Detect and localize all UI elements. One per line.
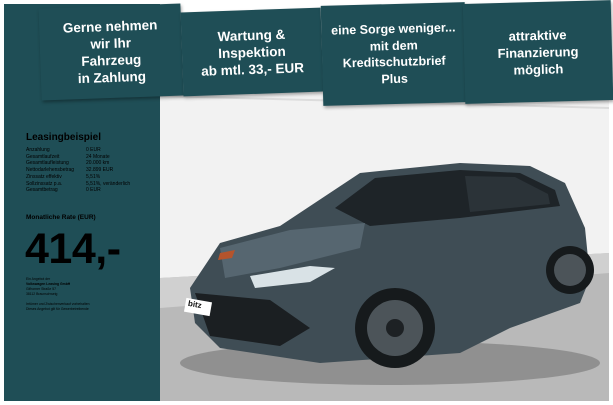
spec-value: 20.000 km: [86, 160, 110, 167]
banner-line: Finanzierung: [497, 43, 579, 61]
fine-print: Ein Angebot der Volkswagen Leasing GmbH …: [26, 277, 156, 312]
spec-value: 5,51%, veränderlich: [86, 180, 131, 187]
spec-label: Zinssatz effektiv: [26, 173, 62, 180]
monthly-rate-label: Monatliche Rate (EUR): [26, 214, 96, 221]
banner-trade-in: Gerne nehmen wir Ihr Fahrzeug in Zahlung: [38, 3, 184, 101]
car-illustration: [160, 78, 609, 401]
spec-value: 32.899 EUR: [86, 167, 114, 174]
banner-credit-protection: eine Sorge weniger... mit dem Kreditschu…: [320, 2, 468, 106]
leasing-details: Anzahlung 0 EUR Gesamtlaufzeit 24 Monate…: [26, 147, 158, 194]
leasing-title: Leasingbeispiel: [26, 132, 102, 143]
spec-label: Anzahlung: [26, 147, 50, 153]
spec-row: Gesamtlaufleistung 20.000 km: [26, 160, 158, 167]
spec-row: Anzahlung 0 EUR: [26, 147, 158, 154]
spec-label: Gesamtlaufleistung: [26, 160, 69, 167]
banner-line: ab mtl. 33,- EUR: [200, 59, 305, 79]
disclaimer-line: Dieses Angebot gilt für Gewerbetreibende: [26, 307, 89, 311]
spec-value: 0 EUR: [86, 147, 101, 153]
spec-row: Sollzinssatz p.a. 5,51%, veränderlich: [26, 181, 158, 188]
banner-line: in Zahlung: [77, 68, 147, 87]
spec-row: Gesamtbetrag 0 EUR: [26, 187, 158, 194]
monthly-rate-value: 414,-: [25, 225, 121, 273]
banner-maintenance: Wartung & Inspektion ab mtl. 33,- EUR: [180, 7, 324, 97]
spec-label: Sollzinssatz p.a.: [26, 180, 63, 187]
spec-label: Gesamtlaufzeit: [26, 153, 60, 160]
spec-label: Gesamtbetrag: [26, 187, 58, 194]
banner-line: attraktive: [508, 26, 567, 44]
spec-row: Gesamtlaufzeit 24 Monate: [26, 154, 158, 161]
banner-line: Plus: [381, 71, 409, 86]
banner-line: möglich: [513, 60, 564, 78]
banner-financing: attraktive Finanzierung möglich: [462, 0, 613, 104]
spec-row: Nettodarlehensbetrag 32.899 EUR: [26, 167, 158, 174]
banner-line: Gerne nehmen: [62, 17, 158, 36]
spec-label: Nettodarlehensbetrag: [26, 167, 75, 174]
car-photo: bitz: [160, 78, 609, 401]
spec-value: 5,51%: [86, 173, 101, 180]
banner-line: eine Sorge weniger...: [330, 20, 456, 38]
spec-row: Zinssatz effektiv 5,51%: [26, 174, 158, 181]
banner-line: Kreditschutzbrief: [342, 53, 446, 71]
spec-value: 0 EUR: [86, 187, 101, 194]
ad-frame: bitz Leasingbeispiel Anzahlung 0 EUR Ges…: [0, 0, 613, 405]
spec-value: 24 Monate: [86, 153, 110, 160]
